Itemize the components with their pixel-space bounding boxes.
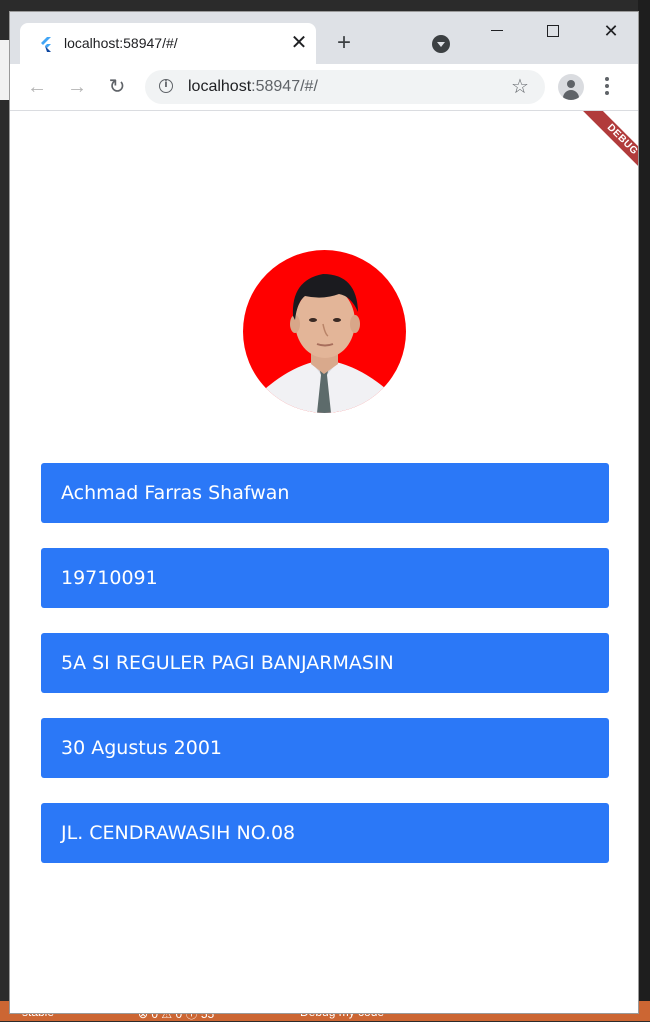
background-window-edge xyxy=(0,40,10,100)
info-card-name: Achmad Farras Shafwan xyxy=(41,463,609,523)
profile-photo xyxy=(243,250,406,413)
new-tab-button[interactable]: + xyxy=(333,31,355,55)
browser-window: localhost:58947/#/ ✕ + ✕ ← → ↻ localhost… xyxy=(10,12,638,1013)
site-info-icon[interactable] xyxy=(159,79,173,93)
browser-tab[interactable]: localhost:58947/#/ ✕ xyxy=(20,23,316,64)
close-tab-icon[interactable]: ✕ xyxy=(288,32,310,54)
info-card-text: 30 Agustus 2001 xyxy=(61,737,222,759)
browser-toolbar: ← → ↻ localhost:58947/#/ ☆ xyxy=(10,64,638,111)
debug-banner: DEBUG xyxy=(574,111,638,188)
person-photo-illustration xyxy=(253,274,398,413)
info-card-nim: 19710091 xyxy=(41,548,609,608)
url-text[interactable]: localhost:58947/#/ xyxy=(188,78,318,96)
info-card-class: 5A SI REGULER PAGI BANJARMASIN xyxy=(41,633,609,693)
tab-search-icon[interactable] xyxy=(432,35,450,53)
title-bar: localhost:58947/#/ ✕ + ✕ xyxy=(10,12,638,64)
info-card-birthdate: 30 Agustus 2001 xyxy=(41,718,609,778)
close-window-button[interactable]: ✕ xyxy=(591,20,631,44)
bookmark-star-icon[interactable]: ☆ xyxy=(511,74,529,99)
info-card-text: JL. CENDRAWASIH NO.08 xyxy=(61,822,296,844)
minimize-button[interactable] xyxy=(477,20,517,44)
tab-title: localhost:58947/#/ xyxy=(64,35,178,51)
app-content: DEBUG Achmad Farras Shafwan 19710091 5A … xyxy=(10,111,638,1013)
back-arrow-icon[interactable]: ← xyxy=(25,75,49,99)
address-bar[interactable]: localhost:58947/#/ ☆ xyxy=(145,70,545,104)
flutter-icon xyxy=(41,37,51,52)
reload-icon[interactable]: ↻ xyxy=(105,75,129,99)
maximize-button[interactable] xyxy=(533,20,573,44)
info-card-text: 19710091 xyxy=(61,567,158,589)
background-code-editor xyxy=(638,0,650,1021)
menu-dots-icon[interactable] xyxy=(605,77,609,97)
profile-avatar-icon[interactable] xyxy=(558,74,584,100)
info-card-text: 5A SI REGULER PAGI BANJARMASIN xyxy=(61,652,394,674)
forward-arrow-icon[interactable]: → xyxy=(65,75,89,99)
info-card-text: Achmad Farras Shafwan xyxy=(61,482,290,504)
info-card-address: JL. CENDRAWASIH NO.08 xyxy=(41,803,609,863)
